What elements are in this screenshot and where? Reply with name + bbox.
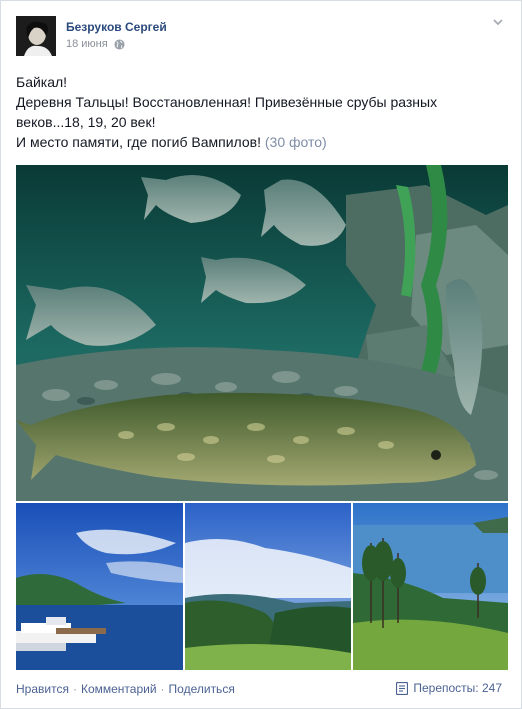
post-actions: Нравится · Комментарий · Поделиться	[16, 682, 235, 696]
post-text-line: Деревня Тальцы! Восстановленная! Привезё…	[16, 94, 438, 110]
separator: ·	[72, 682, 77, 696]
feed-post: Безруков Сергей 18 июня Байкал! Деревня …	[0, 0, 522, 709]
share-link[interactable]: Поделиться	[169, 682, 235, 696]
avatar[interactable]	[16, 16, 56, 56]
author-name[interactable]: Безруков Сергей	[66, 20, 167, 34]
globe-icon	[114, 38, 125, 50]
post-text-line: Байкал!	[16, 74, 68, 90]
like-link[interactable]: Нравится	[16, 682, 69, 696]
photos-count-link[interactable]: (30 фото)	[265, 134, 327, 150]
post-text: Байкал! Деревня Тальцы! Восстановленная!…	[16, 72, 511, 152]
chevron-down-icon[interactable]	[491, 15, 505, 29]
post-meta: 18 июня	[66, 38, 125, 50]
doc-icon	[396, 681, 409, 695]
post-date[interactable]: 18 июня	[66, 38, 108, 50]
photo-lake-shore[interactable]	[353, 503, 508, 670]
post-text-line: веков...18, 19, 20 век!	[16, 114, 156, 130]
shares-count-label: Перепосты: 247	[413, 681, 502, 695]
post-text-line-content: И место памяти, где погиб Вампилов!	[16, 134, 261, 150]
photo-aquarium[interactable]	[16, 165, 508, 501]
post-text-line: И место памяти, где погиб Вампилов! (30 …	[16, 132, 511, 152]
comment-link[interactable]: Комментарий	[81, 682, 157, 696]
shares-count[interactable]: Перепосты: 247	[396, 681, 502, 695]
separator: ·	[160, 682, 165, 696]
photo-pier[interactable]	[16, 503, 183, 670]
photo-valley[interactable]	[185, 503, 351, 670]
